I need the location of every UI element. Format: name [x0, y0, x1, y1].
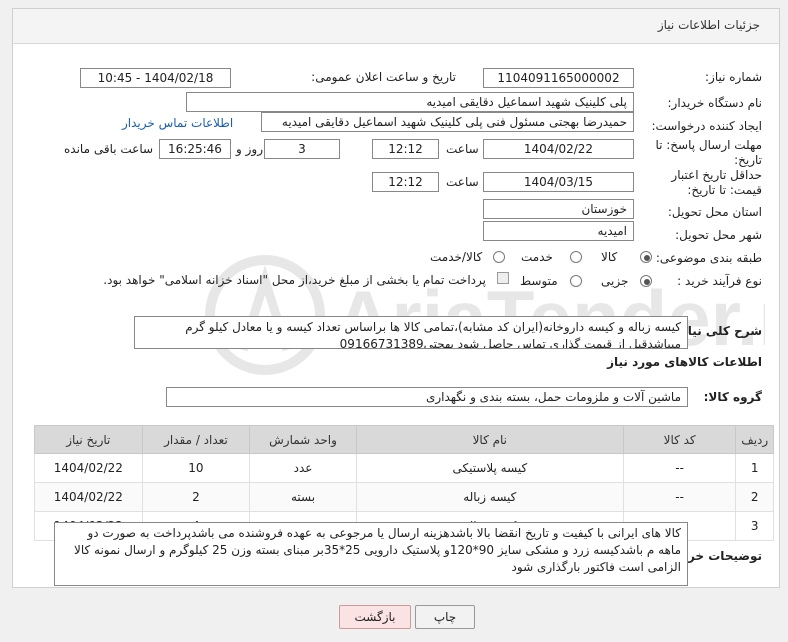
- cell-date: 1404/02/22: [34, 453, 143, 483]
- col-header-code: کد کالا: [622, 425, 737, 454]
- cell-date: 1404/02/22: [34, 482, 143, 512]
- goods-section-title: اطلاعات کالاهای مورد نیاز: [607, 355, 762, 369]
- treasury-checkbox[interactable]: [497, 272, 509, 284]
- category-option-both: کالا/خدمت: [430, 250, 483, 264]
- deadline-date-field[interactable]: 1404/02/22: [483, 139, 634, 159]
- process-radio-minor[interactable]: [640, 275, 652, 287]
- cell-qty: 2: [141, 482, 251, 512]
- print-button[interactable]: چاپ: [415, 605, 475, 629]
- cell-name: کیسه زباله: [355, 482, 624, 512]
- requester-label: ایجاد کننده درخواست:: [651, 119, 762, 133]
- remaining-time-field[interactable]: 16:25:46: [159, 139, 231, 159]
- announce-label: تاریخ و ساعت اعلان عمومی:: [311, 70, 456, 84]
- cell-unit: عدد: [249, 453, 357, 483]
- goods-group-label: گروه کالا:: [703, 390, 762, 404]
- description-label: شرح کلی نیاز:: [676, 324, 762, 338]
- cell-code: --: [622, 453, 737, 483]
- need-number-field[interactable]: 1104091165000002: [483, 68, 634, 88]
- process-option-medium: متوسط: [520, 274, 558, 288]
- category-label: طبقه بندی موضوعی:: [655, 251, 762, 265]
- remaining-label: ساعت باقی مانده: [64, 142, 154, 156]
- cell-name: کیسه پلاستیکی: [355, 453, 624, 483]
- table-header-row: ردیف کد کالا نام کالا واحد شمارش تعداد /…: [34, 425, 774, 454]
- requester-field[interactable]: حمیدرضا بهجتی مسئول فنی پلی کلینیک شهید …: [261, 112, 634, 132]
- category-radio-both[interactable]: [493, 251, 505, 263]
- col-header-unit: واحد شمارش: [249, 425, 357, 454]
- goods-group-field[interactable]: ماشین آلات و ملزومات حمل، بسته بندی و نگ…: [166, 387, 688, 407]
- deadline-label: مهلت ارسال پاسخ: تا تاریخ:: [655, 138, 762, 167]
- province-label: استان محل تحویل:: [667, 205, 762, 219]
- cell-row: 2: [735, 482, 774, 512]
- cell-unit: بسته: [249, 482, 357, 512]
- category-option-service: خدمت: [521, 250, 553, 264]
- category-radio-service[interactable]: [570, 251, 582, 263]
- buyer-notes-textarea[interactable]: کالا های ایرانی با کیفیت و تاریخ انقضا ب…: [54, 522, 688, 586]
- back-button[interactable]: بازگشت: [339, 605, 411, 629]
- deadline-time-field[interactable]: 12:12: [372, 139, 439, 159]
- description-textarea[interactable]: کیسه زباله و کیسه داروخانه(ایران کد مشاب…: [134, 316, 688, 349]
- cell-code: --: [622, 482, 737, 512]
- city-field[interactable]: امیدیه: [483, 221, 634, 241]
- col-header-row: ردیف: [735, 425, 774, 454]
- buyer-org-field[interactable]: پلی کلینیک شهید اسماعیل دقایقی امیدیه: [186, 92, 634, 112]
- province-field[interactable]: خوزستان: [483, 199, 634, 219]
- category-radio-goods[interactable]: [640, 251, 652, 263]
- validity-time-label: ساعت: [446, 175, 479, 189]
- buyer-contact-link[interactable]: اطلاعات تماس خریدار: [122, 116, 233, 130]
- table-row[interactable]: 1 -- کیسه پلاستیکی عدد 10 1404/02/22: [34, 453, 774, 483]
- col-header-qty: تعداد / مقدار: [141, 425, 251, 454]
- announce-field[interactable]: 1404/02/18 - 10:45: [80, 68, 231, 88]
- city-label: شهر محل تحویل:: [675, 228, 762, 242]
- col-header-date: تاریخ نیاز: [34, 425, 143, 454]
- process-option-minor: جزیی: [601, 274, 629, 288]
- deadline-time-label: ساعت: [446, 142, 479, 156]
- validity-date-field[interactable]: 1404/03/15: [483, 172, 634, 192]
- need-number-label: شماره نیاز:: [705, 70, 762, 84]
- days-label: روز و: [236, 142, 263, 156]
- cell-row: 3: [735, 511, 774, 541]
- category-option-goods: کالا: [601, 250, 618, 264]
- process-radio-medium[interactable]: [570, 275, 582, 287]
- payment-note: پرداخت تمام یا بخشی از مبلغ خرید،از محل …: [103, 273, 486, 287]
- process-label: نوع فرآیند خرید :: [677, 274, 762, 288]
- validity-time-field[interactable]: 12:12: [372, 172, 439, 192]
- table-row[interactable]: 2 -- کیسه زباله بسته 2 1404/02/22: [34, 482, 774, 512]
- validity-label: حداقل تاریخ اعتبار قیمت: تا تاریخ:: [671, 168, 762, 197]
- buyer-org-label: نام دستگاه خریدار:: [667, 96, 763, 110]
- cell-qty: 10: [141, 453, 251, 483]
- days-field[interactable]: 3: [264, 139, 340, 159]
- cell-row: 1: [735, 453, 774, 483]
- page-title: جزئیات اطلاعات نیاز: [657, 18, 760, 32]
- col-header-name: نام کالا: [355, 425, 624, 454]
